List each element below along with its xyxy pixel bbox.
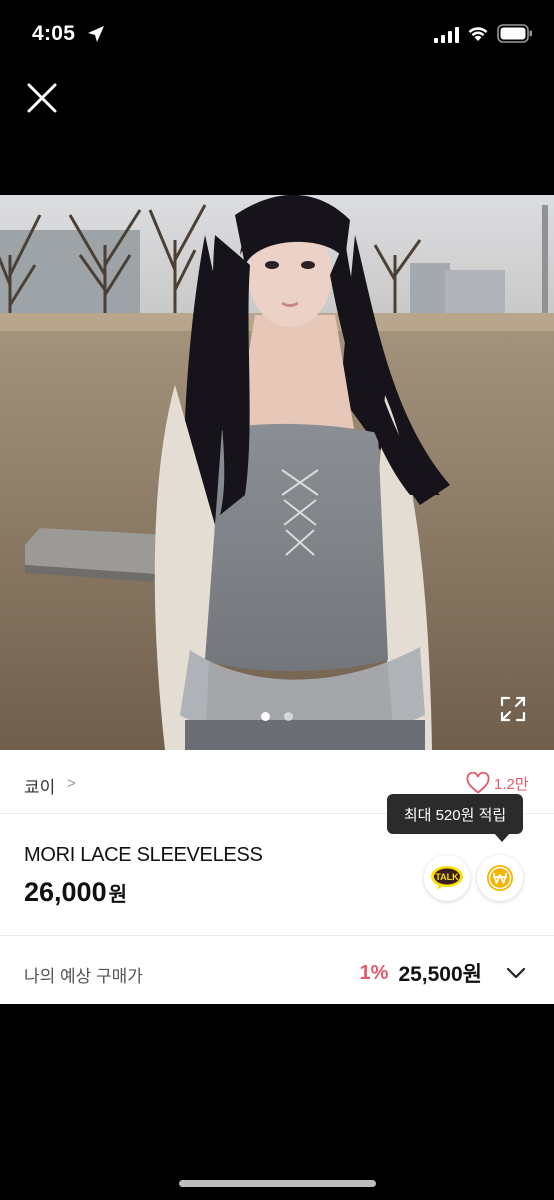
chevron-right-icon: > (67, 775, 76, 792)
price-currency: 원 (108, 884, 127, 906)
status-time: 4:05 (32, 22, 76, 45)
close-icon (27, 83, 57, 113)
carousel-indicator (0, 712, 554, 724)
product-info-panel: 쿄이 > 1.2만 MORI LACE SLEEVELESS 26,000 원 … (0, 750, 554, 1004)
shop-name[interactable]: 쿄이 (24, 773, 55, 798)
product-photo[interactable] (0, 195, 554, 750)
expected-price-value: 25,500원 (398, 963, 482, 986)
carousel-dot-active[interactable] (261, 712, 270, 721)
carousel-dot[interactable] (284, 712, 293, 721)
heart-icon (466, 772, 490, 794)
expected-price-values: 1% 25,500원 (360, 958, 526, 988)
location-arrow-icon (88, 26, 104, 42)
expected-price-label: 나의 예상 구매가 (24, 967, 143, 986)
kakao-talk-icon: TALK (431, 866, 463, 890)
status-bar: 4:05 (0, 0, 554, 70)
chevron-down-icon[interactable] (506, 966, 526, 980)
product-price: 26,000 원 (24, 877, 127, 908)
expand-icon (500, 696, 526, 722)
discount-rate: 1% (359, 961, 389, 984)
won-coin-icon (487, 865, 513, 891)
cellular-signal-icon (434, 27, 459, 43)
product-name: MORI LACE SLEEVELESS (24, 844, 263, 866)
kakao-talk-share-button[interactable]: TALK (424, 855, 470, 901)
like-button[interactable]: 1.2만 (466, 772, 529, 794)
point-reward-button[interactable] (477, 855, 523, 901)
point-tooltip: 최대 520원 적립 (387, 794, 523, 834)
wifi-icon (468, 27, 488, 41)
product-photo-illustration (0, 195, 554, 750)
battery-icon (497, 24, 532, 43)
close-button[interactable] (22, 78, 62, 118)
expected-price-row[interactable]: 나의 예상 구매가 1% 25,500원 (0, 935, 554, 1004)
talk-label: TALK (435, 872, 459, 882)
home-indicator[interactable] (179, 1180, 376, 1187)
price-value: 26,000 (24, 877, 107, 907)
tooltip-tail (494, 833, 510, 842)
like-count: 1.2만 (494, 775, 529, 793)
expand-button[interactable] (498, 694, 528, 724)
